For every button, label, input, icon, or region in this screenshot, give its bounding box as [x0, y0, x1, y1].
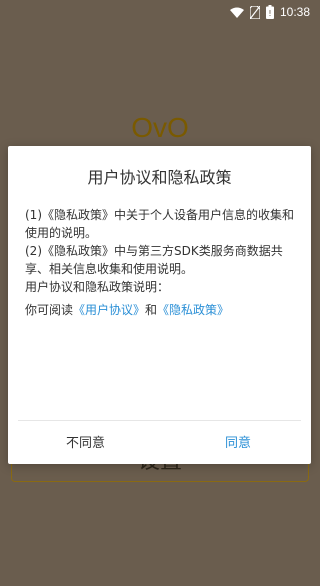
- battery-icon: !: [265, 5, 274, 19]
- dialog-paragraph-3: 用户协议和隐私政策说明：: [25, 280, 170, 294]
- dialog-read-line: 你可阅读《用户协议》和《隐私政策》: [25, 301, 297, 319]
- dialog-title: 用户协议和隐私政策: [87, 168, 232, 187]
- privacy-policy-link[interactable]: 《隐私政策》: [157, 303, 229, 317]
- wifi-icon: [229, 7, 244, 18]
- dialog-paragraph-2: (2)《隐私政策》中与第三方SDK类服务商数据共享、相关信息收集和使用说明。: [25, 244, 283, 276]
- user-agreement-link[interactable]: 《用户协议》: [73, 303, 145, 317]
- no-sim-icon: [249, 5, 260, 19]
- privacy-dialog: 用户协议和隐私政策 (1)《隐私政策》中关于个人设备用户信息的收集和使用的说明。…: [8, 146, 311, 464]
- svg-text:!: !: [268, 9, 271, 18]
- agree-button[interactable]: 同意: [225, 432, 251, 451]
- dialog-body: (1)《隐私政策》中关于个人设备用户信息的收集和使用的说明。 (2)《隐私政策》…: [25, 206, 297, 319]
- app-title: OvO: [131, 112, 189, 143]
- dialog-paragraph-1: (1)《隐私政策》中关于个人设备用户信息的收集和使用的说明。: [25, 208, 294, 240]
- read-and: 和: [145, 303, 158, 317]
- dialog-divider: [18, 420, 301, 421]
- status-bar: ! 10:38: [0, 0, 320, 24]
- read-prefix: 你可阅读: [25, 303, 74, 317]
- status-time: 10:38: [279, 5, 310, 19]
- disagree-button[interactable]: 不同意: [66, 432, 105, 451]
